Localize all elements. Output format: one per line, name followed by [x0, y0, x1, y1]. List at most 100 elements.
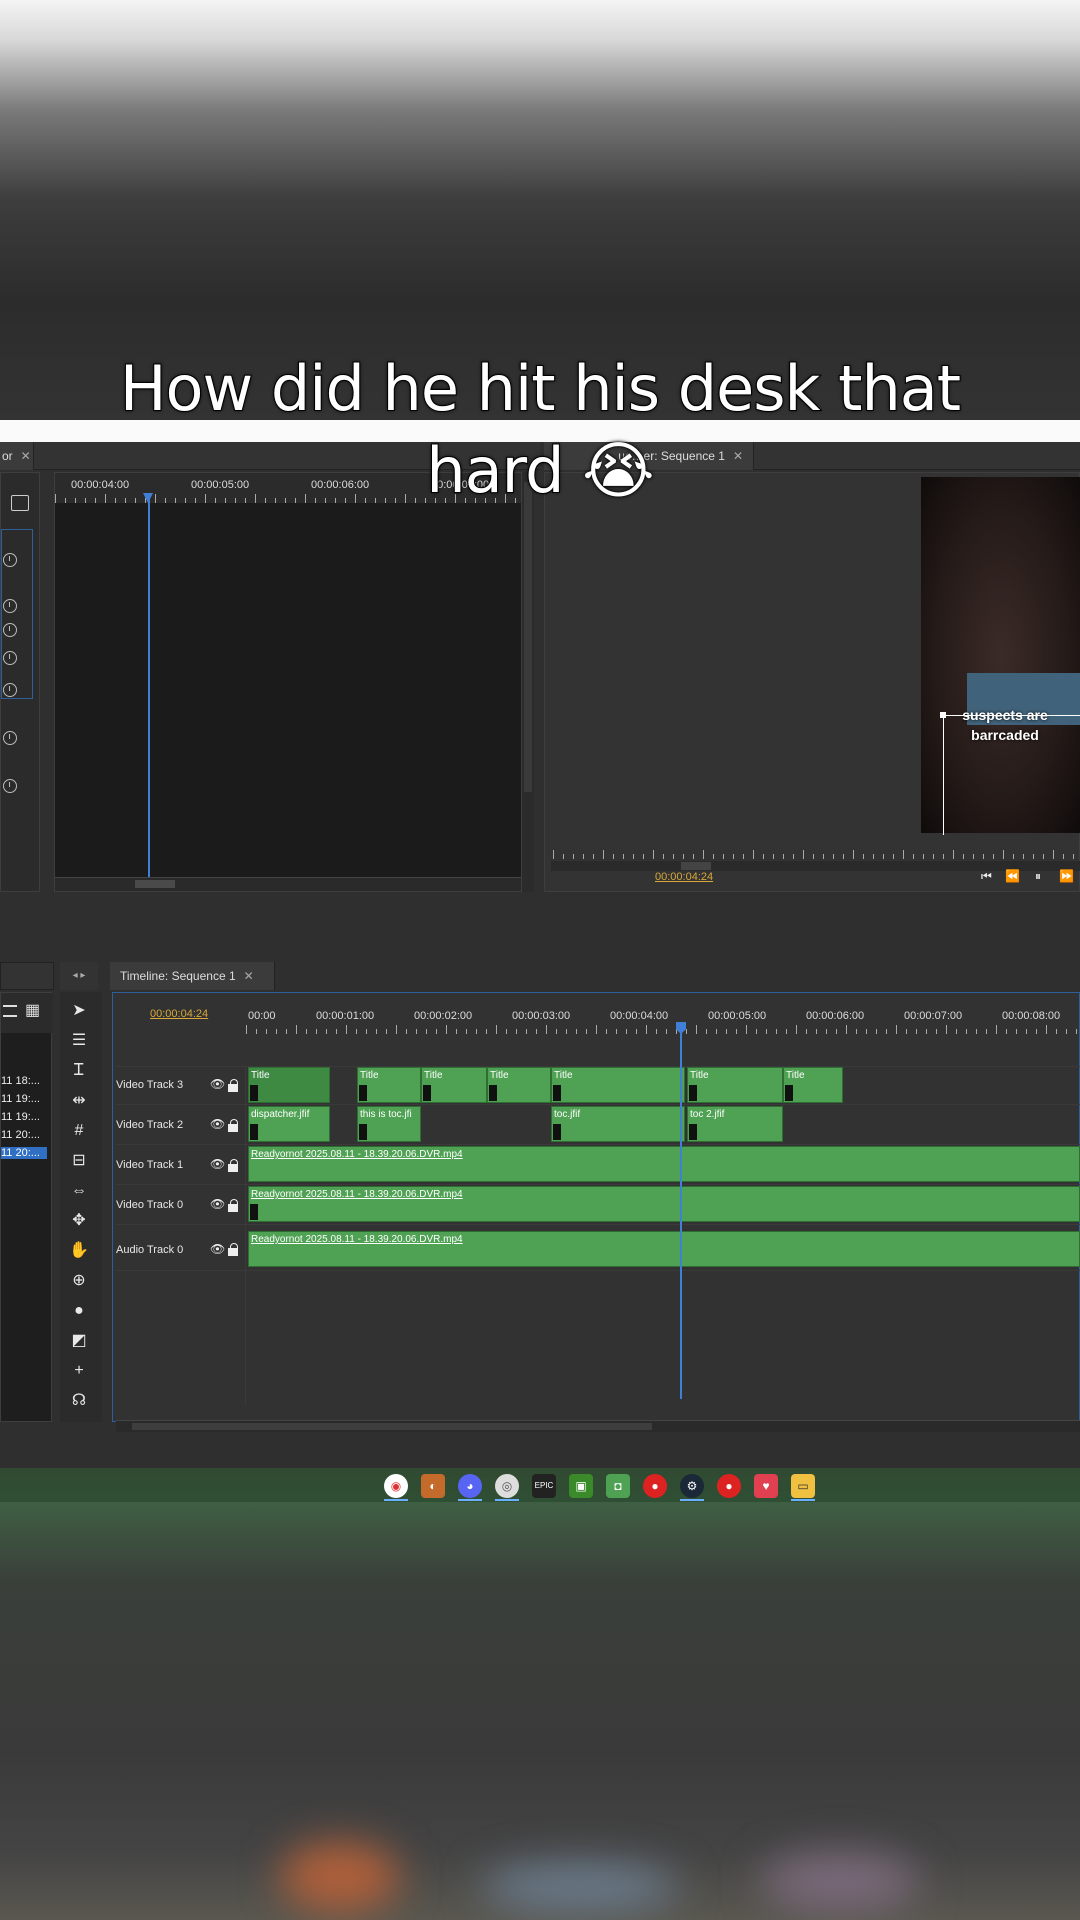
clip-image[interactable]: toc.jfif	[551, 1106, 685, 1142]
scrollbar-thumb[interactable]	[681, 862, 711, 870]
list-item[interactable]: 11 20:...	[1, 1129, 40, 1141]
tab-timeline[interactable]: Timeline: Sequence 1 ✕	[110, 962, 275, 990]
list-item[interactable]: 11 19:...	[1, 1111, 40, 1123]
pause-icon[interactable]: ⏸	[1035, 869, 1041, 884]
red-app-2-icon[interactable]: ●	[717, 1474, 741, 1498]
vertical-scrollbar[interactable]	[522, 472, 534, 892]
slip-tool-icon[interactable]: ⇹	[66, 1088, 92, 1114]
eye-icon[interactable]: 👁	[210, 1077, 225, 1091]
lock-icon[interactable]	[228, 1159, 238, 1172]
pocket-icon[interactable]: ♥	[754, 1474, 778, 1498]
timeline-timecode[interactable]: 00:00:04:24	[150, 1008, 208, 1020]
clock-icon[interactable]	[3, 779, 17, 793]
eye-icon[interactable]: 👁	[210, 1197, 225, 1211]
select-tool-icon[interactable]: ➤	[66, 998, 92, 1024]
ruler-tick	[936, 1029, 937, 1034]
ruler-tick	[836, 1029, 837, 1034]
clip-image[interactable]: this is toc.jfi	[357, 1106, 421, 1142]
timeline-playhead[interactable]	[680, 1024, 682, 1399]
scrollbar-thumb[interactable]	[135, 880, 175, 888]
clip-title[interactable]: Title	[783, 1067, 843, 1103]
red-app-icon[interactable]: ●	[643, 1474, 667, 1498]
scrollbar-thumb[interactable]	[132, 1423, 652, 1430]
clip-title[interactable]: Title	[248, 1067, 330, 1103]
clip-image[interactable]: dispatcher.jfif	[248, 1106, 330, 1142]
clip-title[interactable]: Title	[357, 1067, 421, 1103]
clip-title[interactable]: Title	[551, 1067, 685, 1103]
list-item[interactable]: 11 18:...	[1, 1075, 40, 1087]
playhead[interactable]	[148, 493, 150, 887]
timeline-ruler[interactable]: 00:00 00:00:01:00 00:00:02:00 00:00:03:0…	[246, 998, 1080, 1034]
lock-icon[interactable]	[228, 1079, 238, 1092]
file-explorer-icon[interactable]: ▭	[791, 1474, 815, 1498]
clip-title[interactable]: Title	[421, 1067, 487, 1103]
grid-view-icon[interactable]: ▦	[25, 1003, 41, 1019]
clock-icon[interactable]	[3, 553, 17, 567]
lock-icon[interactable]	[228, 1199, 238, 1212]
pin-icon[interactable]: ✕	[244, 962, 254, 990]
header-divider	[245, 1066, 246, 1406]
clock-icon[interactable]	[3, 731, 17, 745]
clock-icon[interactable]	[3, 623, 17, 637]
tab-scroll-arrows[interactable]: ◂ ▸	[60, 962, 98, 990]
ruler-tick	[913, 854, 914, 859]
minecraft-icon[interactable]: ▣	[569, 1474, 593, 1498]
horizontal-scrollbar[interactable]	[55, 877, 521, 891]
clock-icon[interactable]	[3, 683, 17, 697]
viewer-scrollbar[interactable]	[551, 861, 1080, 871]
grid-tool-icon[interactable]: #	[66, 1118, 92, 1144]
clip-title[interactable]: Title	[687, 1067, 783, 1103]
align-tool-icon[interactable]: ☰	[66, 1028, 92, 1054]
zoom-tool-icon[interactable]: ⊕	[66, 1268, 92, 1294]
obs-icon[interactable]: ◐	[421, 1474, 445, 1498]
ruler-tick	[593, 854, 594, 859]
list-view-icon[interactable]	[3, 1005, 17, 1017]
move-tool-icon[interactable]: ✥	[66, 1208, 92, 1234]
clock-icon[interactable]	[3, 599, 17, 613]
text-cursor-icon[interactable]: Ꮖ	[66, 1058, 92, 1084]
eye-icon[interactable]: 👁	[210, 1117, 225, 1131]
chrome-alt-icon[interactable]: ◎	[495, 1474, 519, 1498]
video-preview[interactable]: suspects are barrcaded	[921, 477, 1080, 835]
keyframe-editor[interactable]: 00:00:04:00 00:00:05:00 00:00:06:00 00:0…	[54, 472, 522, 892]
rewind-icon[interactable]: ⏪	[1005, 869, 1020, 883]
hand-tool-icon[interactable]: ✋	[66, 1238, 92, 1264]
media-tab[interactable]	[0, 962, 54, 990]
list-item-selected[interactable]: 11 20:...	[1, 1147, 47, 1159]
ripple-tool-icon[interactable]: ⊟	[66, 1148, 92, 1174]
app-icon[interactable]: ◘	[606, 1474, 630, 1498]
clock-icon[interactable]	[3, 651, 17, 665]
discord-icon[interactable]: ◕	[458, 1474, 482, 1498]
clip-video[interactable]: Readyornot 2025.08.11 - 18.39.20.06.DVR.…	[248, 1186, 1080, 1222]
viewer-timecode[interactable]: 00:00:04:24	[655, 871, 713, 883]
ruler-tick	[643, 854, 644, 859]
eye-icon[interactable]: 👁	[210, 1242, 225, 1256]
clip-thumb	[250, 1204, 258, 1220]
clip-video[interactable]: Readyornot 2025.08.11 - 18.39.20.06.DVR.…	[248, 1146, 1080, 1182]
eye-icon[interactable]: 👁	[210, 1157, 225, 1171]
timeline-scrollbar[interactable]	[116, 1420, 1080, 1432]
crop-tool-icon[interactable]: ◩	[66, 1328, 92, 1354]
clip-image[interactable]: toc 2.jfif	[687, 1106, 783, 1142]
stretch-tool-icon[interactable]: ⇔	[66, 1178, 92, 1204]
selection-handle[interactable]	[940, 712, 946, 718]
add-icon[interactable]: +	[66, 1358, 92, 1384]
ruler-tick	[763, 854, 764, 859]
epic-games-icon[interactable]: EPIC	[532, 1474, 556, 1498]
lock-icon[interactable]	[228, 1119, 238, 1132]
lock-icon[interactable]	[228, 1243, 238, 1256]
record-icon[interactable]: ●	[66, 1298, 92, 1324]
ruler-tick	[766, 1029, 767, 1034]
headphones-icon[interactable]: ☊	[66, 1388, 92, 1414]
skip-back-icon[interactable]: ⏮	[981, 869, 992, 884]
clip-title[interactable]: Title	[487, 1067, 551, 1103]
fast-forward-icon[interactable]: ⏩	[1059, 869, 1074, 883]
viewer-ruler[interactable]	[553, 843, 1080, 859]
ruler-tick	[1006, 1029, 1007, 1034]
chrome-icon[interactable]: ◉	[384, 1474, 408, 1498]
clip-audio[interactable]: Readyornot 2025.08.11 - 18.39.20.06.DVR.…	[248, 1231, 1080, 1267]
ruler-tick	[416, 1029, 417, 1034]
scrollbar-thumb[interactable]	[524, 482, 532, 792]
steam-icon[interactable]: ⚙	[680, 1474, 704, 1498]
list-item[interactable]: 11 19:...	[1, 1093, 40, 1105]
